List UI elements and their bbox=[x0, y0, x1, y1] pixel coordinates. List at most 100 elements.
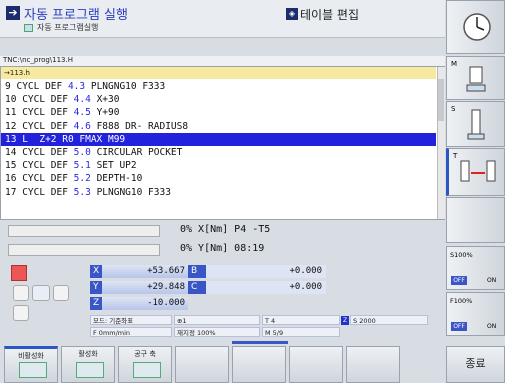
line-number: 9 bbox=[5, 81, 11, 92]
line-params: CIRCULAR POCKET bbox=[90, 147, 183, 158]
line-number: 10 bbox=[5, 94, 17, 106]
spindle-override-bar bbox=[8, 244, 160, 256]
cycle-number: 5.1 bbox=[73, 160, 91, 172]
f-on-label: ON bbox=[487, 323, 497, 330]
program-line[interactable]: 13 L Z+2 R0 FMAX M99 bbox=[1, 132, 436, 146]
cycle-number: 4.4 bbox=[73, 94, 91, 106]
mode-info: 모드: 기준좌표 bbox=[90, 315, 172, 325]
line-command: CYCL DEF bbox=[22, 107, 74, 119]
program-listing[interactable]: →113.h 9 CYCL DEF 4.3 PLNGNG10 F333 10 CY… bbox=[0, 66, 445, 220]
program-line[interactable]: 12 CYCL DEF 4.6 F888 DR- RADIUS8 bbox=[1, 120, 436, 133]
cycle-number: 4.5 bbox=[73, 107, 91, 119]
m-function-icon bbox=[466, 66, 486, 92]
s-override-label: S100% bbox=[450, 251, 473, 259]
status-box-3 bbox=[13, 305, 29, 321]
c-axis-label: C bbox=[188, 281, 206, 294]
softkey-7[interactable] bbox=[346, 346, 400, 383]
spindle-info: S 2000 bbox=[350, 315, 428, 325]
softkey-activate-label: 활성화 bbox=[78, 350, 98, 358]
table-edit-icon: ◈ bbox=[286, 8, 298, 20]
softkey-tool-axis[interactable]: 공구 축 bbox=[118, 346, 172, 383]
mode-header: ➔ 자동 프로그램 실행 자동 프로그램실행 ◈ 테이블 편집 bbox=[0, 0, 445, 38]
c-axis-value: +0.000 bbox=[206, 281, 326, 294]
x-axis-value: +53.667 bbox=[102, 265, 188, 278]
machine-softkey-t[interactable]: T bbox=[446, 148, 505, 196]
softkey-4[interactable] bbox=[175, 346, 229, 383]
spindle-override-control[interactable]: S100% OFF ON bbox=[446, 246, 505, 290]
mode-subtitle: 자동 프로그램실행 bbox=[37, 23, 99, 32]
mode-title: 자동 프로그램 실행 bbox=[24, 8, 128, 23]
folder-icon bbox=[24, 24, 33, 32]
line-params: PLNGNG10 F333 bbox=[85, 81, 166, 92]
program-line[interactable]: 16 CYCL DEF 5.2 DEPTH-10 bbox=[1, 172, 436, 185]
override-info: 재지정 100% bbox=[174, 327, 260, 337]
line-command: CYCL DEF bbox=[16, 81, 68, 92]
softkey-6[interactable] bbox=[289, 346, 343, 383]
line-command: CYCL DEF bbox=[22, 147, 74, 158]
program-run-icon: ➔ bbox=[6, 6, 20, 20]
line-command: CYCL DEF bbox=[22, 160, 74, 172]
y-axis-label: Y bbox=[90, 281, 102, 294]
machine-softkey-m[interactable]: M bbox=[446, 56, 505, 100]
scrollbar-thumb[interactable] bbox=[438, 79, 444, 121]
status-box-2 bbox=[53, 285, 69, 301]
x-axis-label: X bbox=[90, 265, 102, 278]
cycle-number: 5.0 bbox=[73, 147, 91, 158]
line-number: 11 bbox=[5, 107, 17, 119]
clock-button[interactable] bbox=[446, 0, 505, 54]
clock-icon bbox=[463, 13, 491, 41]
line-number: 15 bbox=[5, 160, 17, 172]
softkey-tool-axis-label: 공구 축 bbox=[134, 350, 156, 358]
program-line[interactable]: 17 CYCL DEF 5.3 PLNGNG10 F333 bbox=[1, 186, 436, 199]
line-command: CYCL DEF bbox=[22, 94, 74, 106]
cycle-number: 4.6 bbox=[73, 120, 91, 132]
softkey-5[interactable] bbox=[232, 346, 286, 383]
z-axis-label: Z bbox=[90, 297, 102, 310]
override-row-2: 0% Y[Nm] 08:19 bbox=[180, 243, 265, 254]
table-edit-mode[interactable]: 테이블 편집 bbox=[300, 6, 359, 23]
status-icon bbox=[11, 265, 27, 281]
cycle-number: 5.2 bbox=[73, 173, 91, 185]
f-override-label: F100% bbox=[450, 297, 473, 305]
line-params: DEPTH-10 bbox=[90, 173, 143, 185]
softkey-activate[interactable]: 활성화 bbox=[61, 346, 115, 383]
softkey-deactivate-label: 비활성화 bbox=[18, 352, 44, 360]
s-off-toggle[interactable]: OFF bbox=[451, 276, 467, 285]
tool-info: T 4 bbox=[262, 315, 340, 325]
datum-icon: ⊕1 bbox=[174, 315, 260, 325]
f-off-toggle[interactable]: OFF bbox=[451, 322, 467, 331]
b-axis-label: B bbox=[188, 265, 206, 278]
line-command: CYCL DEF bbox=[22, 120, 74, 132]
program-file-name: →113.h bbox=[1, 67, 436, 79]
program-path: TNC:\nc_prog\113.H bbox=[0, 56, 445, 66]
program-line[interactable]: 10 CYCL DEF 4.4 X+30 bbox=[1, 93, 436, 106]
spindle-axis: Z bbox=[341, 316, 349, 325]
line-params: Y+90 bbox=[90, 107, 120, 119]
line-command: L Z+2 R0 FMAX M99 bbox=[22, 133, 126, 145]
feed-info: F 0mm/min bbox=[90, 327, 172, 337]
cycle-number: 4.3 bbox=[67, 81, 86, 92]
tool-axis-icon bbox=[133, 362, 161, 378]
line-params: F888 DR- RADIUS8 bbox=[90, 120, 189, 132]
z-axis-value: -10.000 bbox=[102, 297, 188, 310]
spindle-icon bbox=[467, 109, 485, 140]
s-on-label: ON bbox=[487, 277, 497, 284]
tool-status-icon bbox=[32, 285, 50, 301]
line-number: 12 bbox=[5, 120, 17, 132]
line-params: PLNGNG10 F333 bbox=[90, 186, 171, 198]
end-button[interactable]: 종료 bbox=[446, 346, 505, 383]
machine-softkey-s[interactable]: S bbox=[446, 101, 505, 147]
override-row-1: 0% X[Nm] P4 -T5 bbox=[180, 224, 271, 235]
y-axis-value: +29.848 bbox=[102, 281, 188, 294]
program-line[interactable]: 14 CYCL DEF 5.0 CIRCULAR POCKET bbox=[1, 146, 436, 159]
program-line[interactable]: 9 CYCL DEF 4.3 PLNGNG10 F333 bbox=[1, 80, 436, 93]
program-line[interactable]: 11 CYCL DEF 4.5 Y+90 bbox=[1, 106, 436, 119]
machine-softkey-blank[interactable] bbox=[446, 197, 505, 243]
softkey-deactivate[interactable]: 비활성화 bbox=[4, 346, 58, 383]
line-number: 14 bbox=[5, 147, 17, 158]
activate-icon bbox=[76, 362, 104, 378]
feed-override-control[interactable]: F100% OFF ON bbox=[446, 292, 505, 336]
line-params: SET UP2 bbox=[90, 160, 137, 172]
program-line[interactable]: 15 CYCL DEF 5.1 SET UP2 bbox=[1, 159, 436, 172]
status-box-1 bbox=[13, 285, 29, 301]
